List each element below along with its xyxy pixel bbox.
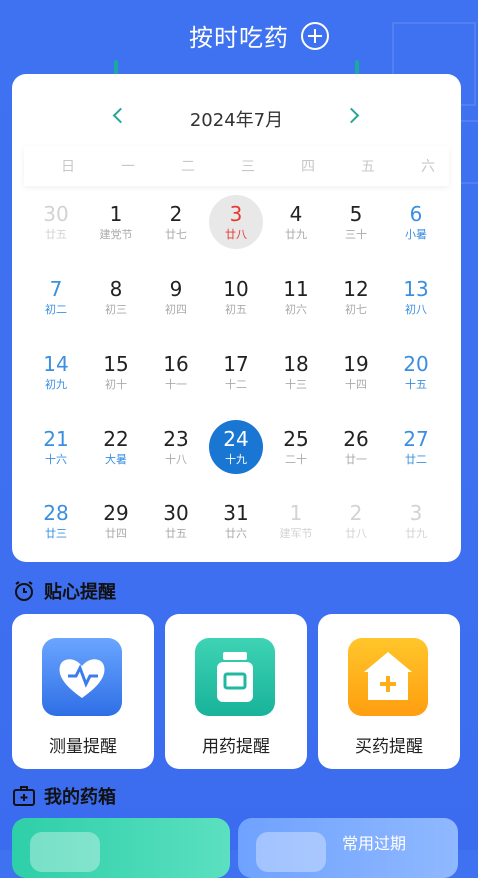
calendar-day[interactable]: 13 初八 (386, 271, 446, 327)
calendar-day[interactable]: 8 初三 (86, 271, 146, 327)
medical-kit-icon (12, 784, 36, 813)
calendar-day[interactable]: 3 廿九 (386, 495, 446, 551)
medicine-bottle-icon (195, 638, 275, 716)
weekday-label: 一 (121, 159, 135, 175)
page-title: 按时吃药 (189, 24, 289, 52)
calendar-day[interactable]: 15 初十 (86, 346, 146, 402)
measure-reminder-card[interactable]: 测量提醒 (12, 614, 154, 769)
medicine-box-section-header: 我的药箱 (12, 783, 116, 813)
tile-label: 买药提醒 (355, 737, 423, 757)
heart-pulse-icon (42, 638, 122, 716)
calendar-day[interactable]: 28 廿三 (26, 495, 86, 551)
calendar-day[interactable]: 23 十八 (146, 421, 206, 477)
medicine-box-card-left[interactable] (12, 818, 230, 878)
calendar-day[interactable]: 6 小暑 (386, 196, 446, 252)
reminders-section-header: 贴心提醒 (12, 578, 116, 608)
calendar-day[interactable]: 31 廿六 (206, 495, 266, 551)
calendar-day[interactable]: 29 廿四 (86, 495, 146, 551)
calendar-day[interactable]: 18 十三 (266, 346, 326, 402)
calendar-day[interactable]: 12 初七 (326, 271, 386, 327)
weekday-label: 日 (61, 159, 75, 175)
calendar-day[interactable]: 1 建军节 (266, 495, 326, 551)
calendar-day[interactable]: 20 十五 (386, 346, 446, 402)
house-plus-icon (348, 638, 428, 716)
calendar-day[interactable]: 21 十六 (26, 421, 86, 477)
weekday-label: 四 (301, 159, 315, 175)
calendar-day[interactable]: 1 建党节 (86, 196, 146, 252)
alarm-clock-icon (12, 579, 36, 608)
calendar-day[interactable]: 25 二十 (266, 421, 326, 477)
calendar-day[interactable]: 14 初九 (26, 346, 86, 402)
purchase-reminder-card[interactable]: 买药提醒 (318, 614, 460, 769)
calendar-day[interactable]: 2 廿八 (326, 495, 386, 551)
calendar-day[interactable]: 17 十二 (206, 346, 266, 402)
calendar-day[interactable]: 5 三十 (326, 196, 386, 252)
expired-medicine-label: 常用过期 (342, 834, 407, 853)
medicine-icon (30, 832, 100, 872)
reminders-title: 贴心提醒 (44, 582, 116, 603)
weekday-header: 日 一 二 三 四 五 六 (24, 146, 449, 186)
month-navigator: 2024年7月 (12, 102, 461, 132)
calendar-day[interactable]: 16 十一 (146, 346, 206, 402)
month-label: 2024年7月 (189, 110, 284, 131)
calendar-day-selected[interactable]: 24 十九 (206, 420, 266, 477)
weekday-label: 六 (421, 159, 435, 175)
calendar-day[interactable]: 2 廿七 (146, 196, 206, 252)
calendar-day[interactable]: 11 初六 (266, 271, 326, 327)
medicine-box-card-right[interactable]: 常用过期 (238, 818, 458, 878)
calendar-day[interactable]: 26 廿一 (326, 421, 386, 477)
calendar-card: 2024年7月 日 一 二 三 四 五 六 30 廿五 1 建党节 2 廿七 3 廿八 … (12, 74, 461, 562)
calendar-day-today[interactable]: 3 廿八 (206, 195, 266, 252)
medication-reminder-card[interactable]: 用药提醒 (165, 614, 307, 769)
weekday-label: 五 (361, 159, 375, 175)
calendar-day[interactable]: 4 廿九 (266, 196, 326, 252)
calendar-day[interactable]: 30 廿五 (146, 495, 206, 551)
calendar-day[interactable]: 30 廿五 (26, 196, 86, 252)
calendar-day[interactable]: 27 廿二 (386, 421, 446, 477)
top-bar: 按时吃药 (0, 0, 478, 72)
tile-label: 测量提醒 (49, 737, 117, 757)
weekday-label: 二 (181, 159, 195, 175)
expired-medicine-icon (256, 832, 326, 872)
tile-label: 用药提醒 (202, 737, 270, 757)
weekday-label: 三 (241, 159, 255, 175)
calendar-day[interactable]: 9 初四 (146, 271, 206, 327)
calendar-day[interactable]: 10 初五 (206, 271, 266, 327)
medicine-box-title: 我的药箱 (44, 787, 116, 808)
plus-circle-icon[interactable] (301, 22, 329, 50)
calendar-day[interactable]: 19 十四 (326, 346, 386, 402)
calendar-day[interactable]: 22 大暑 (86, 421, 146, 477)
calendar-day[interactable]: 7 初二 (26, 271, 86, 327)
